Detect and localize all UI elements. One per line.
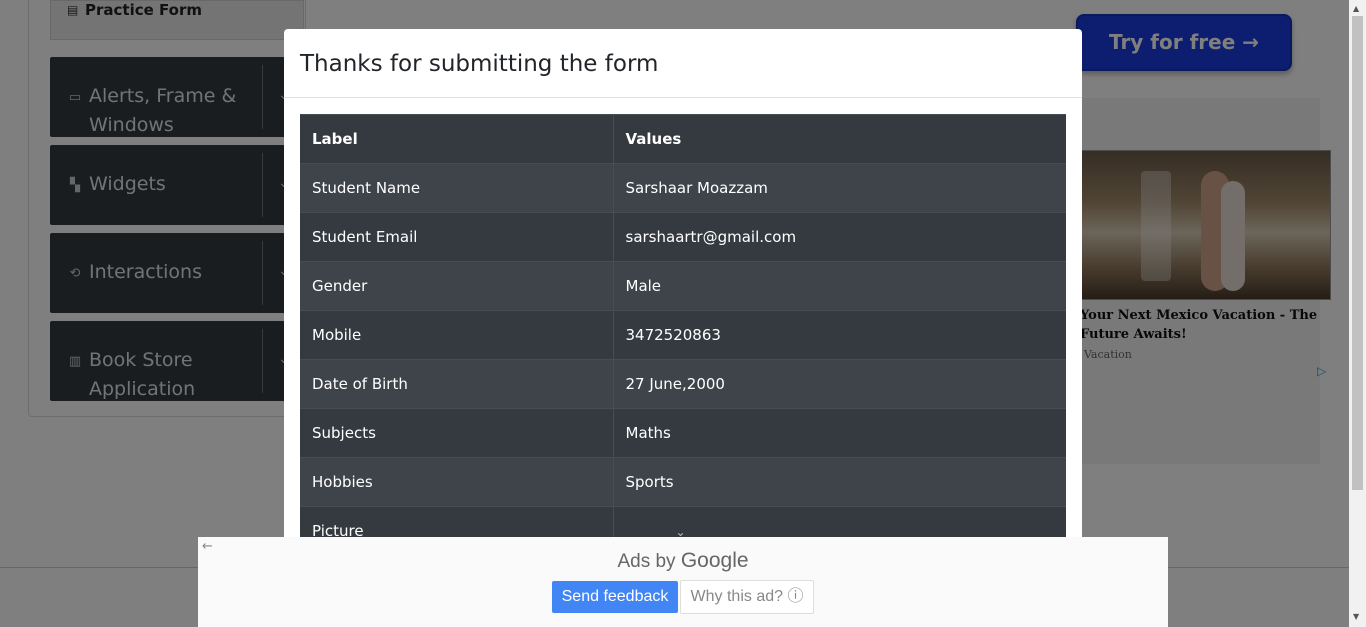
scroll-down-icon[interactable]: ▼	[1353, 612, 1359, 621]
row-label: Date of Birth	[300, 359, 614, 409]
submission-modal: Thanks for submitting the form Label Val…	[284, 29, 1082, 589]
row-label: Student Name	[300, 163, 614, 213]
table-row: Gender Male	[300, 261, 1066, 311]
row-label: Student Email	[300, 212, 614, 262]
row-label: Gender	[300, 261, 614, 311]
row-value: 27 June,2000	[613, 359, 1066, 409]
submission-table: Label Values Student Name Sarshaar Moazz…	[300, 114, 1066, 556]
modal-title: Thanks for submitting the form	[300, 51, 659, 77]
send-feedback-button[interactable]: Send feedback	[552, 581, 678, 613]
modal-header: Thanks for submitting the form	[284, 29, 1082, 98]
google-logo-text: Google	[680, 549, 749, 572]
row-value: Sports	[613, 457, 1066, 507]
table-row: Subjects Maths	[300, 408, 1066, 458]
vertical-scrollbar[interactable]: ▲ ▼	[1349, 0, 1366, 627]
row-value: Maths	[613, 408, 1066, 458]
scrollbar-thumb[interactable]	[1352, 16, 1363, 490]
ads-by-google: Ads by Google	[198, 549, 1168, 573]
table-row: Hobbies Sports	[300, 457, 1066, 507]
row-label: Subjects	[300, 408, 614, 458]
row-value: 3472520863	[613, 310, 1066, 360]
table-row: Student Name Sarshaar Moazzam	[300, 163, 1066, 213]
ads-by-label: Ads by	[617, 551, 676, 572]
row-value: sarshaartr@gmail.com	[613, 212, 1066, 262]
row-label: Hobbies	[300, 457, 614, 507]
table-row: Date of Birth 27 June,2000	[300, 359, 1066, 409]
row-value: Sarshaar Moazzam	[613, 163, 1066, 213]
column-header: Values	[613, 114, 1066, 164]
row-value: Male	[613, 261, 1066, 311]
column-header: Label	[300, 114, 614, 164]
table-header-row: Label Values	[300, 114, 1066, 164]
table-row: Mobile 3472520863	[300, 310, 1066, 360]
scroll-up-icon[interactable]: ▲	[1353, 4, 1359, 13]
google-ad-bar: ← Ads by Google Send feedback Why this a…	[198, 537, 1168, 627]
why-this-ad-button[interactable]: Why this ad? ⓘ	[680, 580, 814, 614]
row-label: Mobile	[300, 310, 614, 360]
table-row: Student Email sarshaartr@gmail.com	[300, 212, 1066, 262]
